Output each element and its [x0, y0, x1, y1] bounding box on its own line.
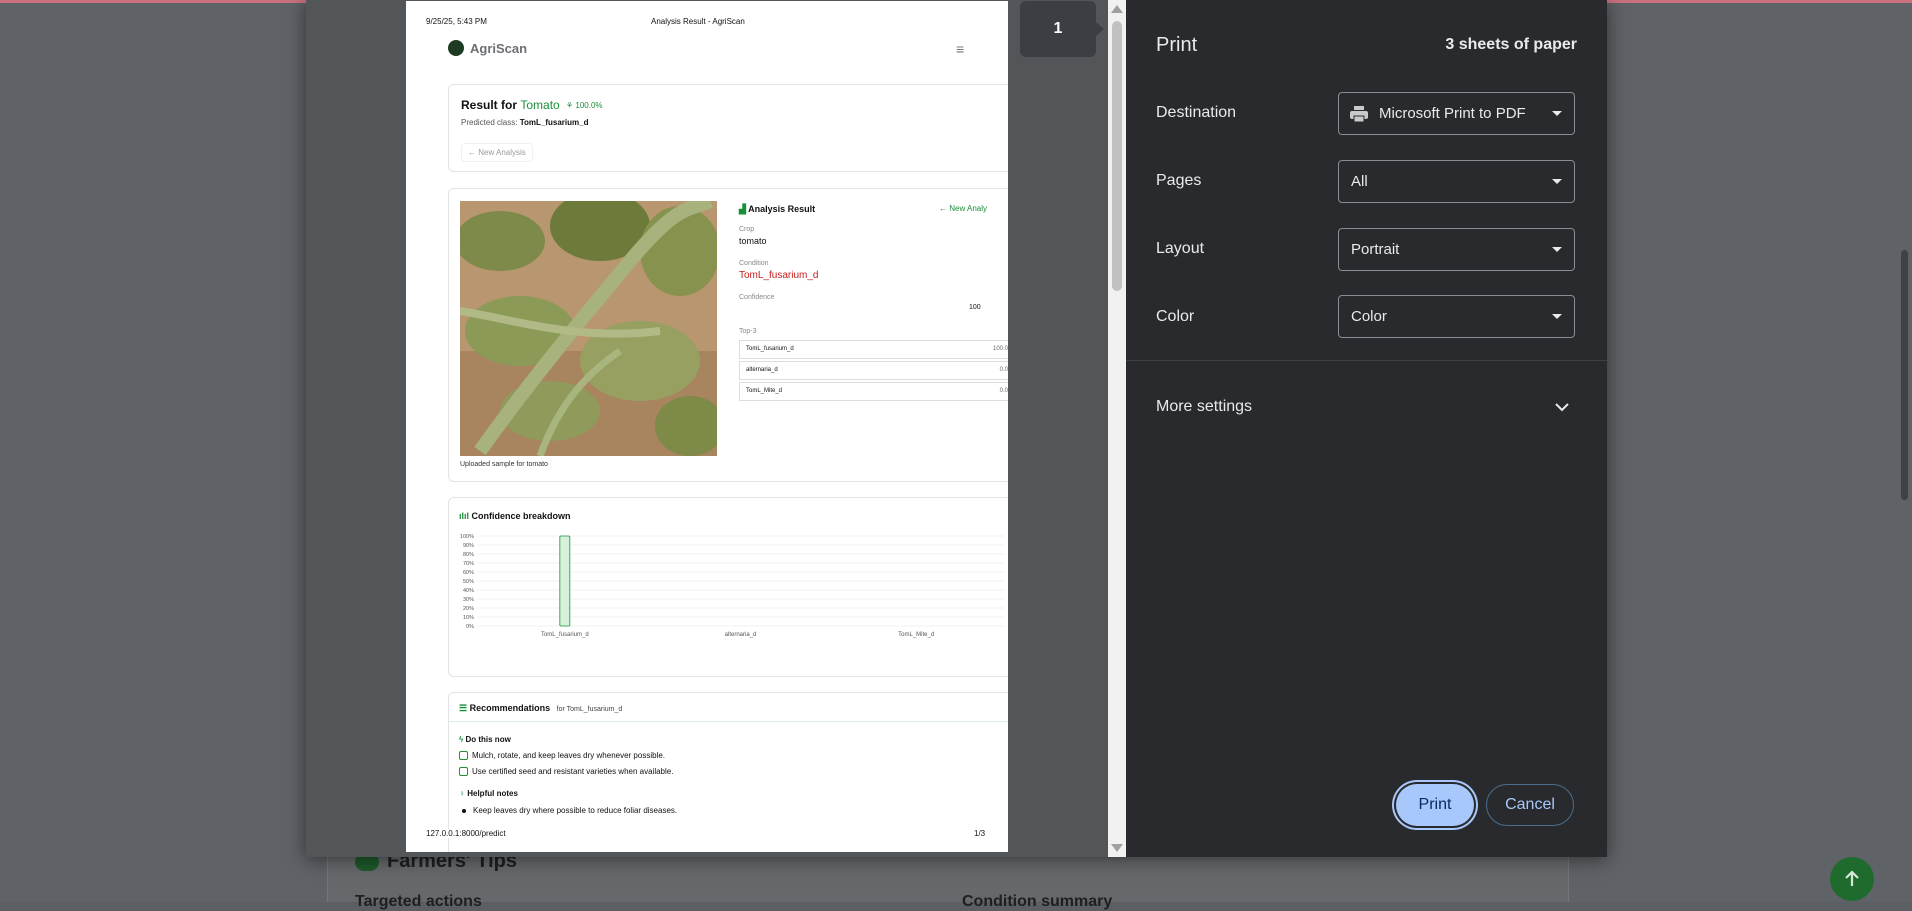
arrow-up-icon [1845, 870, 1859, 886]
y-tick-label: 100% [460, 534, 474, 540]
x-tick-label: alternaria_d [725, 632, 757, 638]
recommendations-title: ☰ Recommendations for TomL_fusarium_d [459, 703, 623, 713]
dropdown-caret-icon [1552, 111, 1562, 116]
print-dialog: 9/25/25, 5:43 PM Analysis Result - AgriS… [306, 0, 1607, 857]
do-now-heading: ϟ Do this now [459, 735, 511, 744]
pages-select[interactable]: All [1338, 160, 1575, 203]
divider [449, 721, 1008, 722]
y-tick-label: 80% [463, 552, 474, 558]
dropdown-caret-icon [1552, 314, 1562, 319]
condition-summary-heading: Condition summary [962, 893, 1113, 910]
destination-label: Destination [1156, 104, 1237, 121]
result-card: Result for Tomato ⚘ 100.0% Predicted cla… [448, 84, 1008, 172]
y-tick-label: 30% [463, 597, 474, 603]
chart-title: ılıl Confidence breakdown [459, 511, 571, 521]
print-title: Print [1156, 34, 1198, 56]
layout-label: Layout [1156, 240, 1205, 257]
print-footer-url: 127.0.0.1:8000/predict [426, 829, 506, 838]
page-scrollbar[interactable] [1901, 250, 1908, 500]
x-tick-label: TomL_Mite_d [898, 632, 934, 638]
condition-value: TomL_fusarium_d [739, 270, 819, 281]
new-analysis-link: ← New Analy [939, 204, 988, 213]
dropdown-caret-icon [1552, 247, 1562, 252]
arrow-left-icon: ← [468, 148, 476, 157]
pages-label: Pages [1156, 172, 1202, 189]
y-tick-label: 90% [463, 543, 474, 549]
condition-label: Condition [739, 260, 769, 267]
print-header-title: Analysis Result - AgriScan [651, 17, 745, 26]
lightning-icon: ϟ [459, 735, 464, 744]
signal-bars-icon: ılıl [459, 511, 470, 521]
top3-row: TomL_fusarium_d 100.0 [739, 340, 1008, 359]
top3-label: Top-3 [739, 328, 757, 335]
scroll-down-icon[interactable] [1111, 844, 1123, 852]
print-button[interactable]: Print [1396, 784, 1474, 826]
notes-heading: ♀ Helpful notes [459, 789, 518, 798]
result-title: Result for Tomato [461, 98, 560, 112]
preview-scrollbar[interactable] [1108, 0, 1126, 857]
y-tick-label: 70% [463, 561, 474, 567]
crop-value: tomato [739, 236, 767, 246]
predicted-class: Predicted class: TomL_fusarium_d [461, 118, 589, 127]
list-item: Mulch, rotate, and keep leaves dry whene… [459, 751, 665, 760]
scroll-up-icon[interactable] [1111, 5, 1123, 13]
list-icon: ☰ [459, 703, 468, 713]
logo-icon [448, 40, 464, 56]
confidence-chart-card: ılıl Confidence breakdown 0% 10% 20% 30% 40%… [448, 497, 1008, 677]
analysis-title: ▟ Analysis Result [739, 204, 816, 214]
x-tick-label: TomL_fusarium_d [541, 632, 589, 638]
list-item: Keep leaves dry where possible to reduce… [459, 806, 677, 815]
confidence-bar-chart: 0% 10% 20% 30% 40% 50% 60% 70% 80% 90% 100% TomL_fu… [460, 534, 1004, 638]
layout-select[interactable]: Portrait [1338, 228, 1575, 271]
uploaded-leaf-photo [460, 201, 717, 456]
list-item: Use certified seed and resistant varieti… [459, 767, 673, 776]
printer-icon [1350, 106, 1368, 123]
recommendations-card: ☰ Recommendations for TomL_fusarium_d ϟ … [448, 692, 1008, 852]
chevron-down-icon[interactable] [1552, 397, 1572, 417]
menu-icon: ≡ [956, 41, 965, 57]
panel-divider [1126, 360, 1607, 361]
new-analysis-button: ← New Analysis [461, 143, 533, 162]
checkbox-icon [459, 767, 468, 776]
confidence-label: Confidence [739, 294, 775, 301]
crop-label: Crop [739, 226, 755, 233]
destination-select[interactable]: Microsoft Print to PDF [1338, 92, 1575, 135]
scrollbar-thumb[interactable] [1112, 21, 1122, 291]
brand: AgriScan [448, 40, 527, 56]
analysis-card: Uploaded sample for tomato ▟ Analysis Re… [448, 188, 1008, 482]
color-select[interactable]: Color [1338, 295, 1575, 338]
print-preview-area: 9/25/25, 5:43 PM Analysis Result - AgriS… [306, 0, 1126, 857]
lightbulb-icon: ♀ [459, 789, 465, 798]
checkbox-icon [459, 751, 468, 760]
targeted-actions-heading: Targeted actions [355, 893, 482, 910]
chart-icon: ▟ [739, 204, 746, 214]
print-header-datetime: 9/25/25, 5:43 PM [426, 17, 487, 26]
sheet-count: 3 sheets of paper [1445, 36, 1577, 53]
cancel-button[interactable]: Cancel [1486, 784, 1574, 826]
confidence-value: 100 [969, 304, 981, 311]
y-tick-label: 10% [463, 615, 474, 621]
dropdown-caret-icon [1552, 179, 1562, 184]
y-tick-label: 40% [463, 588, 474, 594]
print-footer-page: 1/3 [974, 829, 986, 838]
bullet-icon [462, 808, 466, 813]
arrow-left-icon: ← [939, 204, 947, 213]
y-tick-label: 60% [463, 570, 474, 576]
bar [559, 535, 571, 627]
preview-sheet: 9/25/25, 5:43 PM Analysis Result - AgriS… [406, 1, 1008, 852]
print-settings-panel: Print 3 sheets of paper Destination Micr… [1126, 0, 1607, 857]
top3-row: alternaria_d 0.0 [739, 361, 1008, 380]
sprout-icon: ⚘ [566, 101, 574, 110]
image-caption: Uploaded sample for tomato [460, 461, 548, 468]
scroll-top-button[interactable] [1830, 857, 1874, 901]
y-tick-label: 0% [466, 624, 474, 630]
top3-row: TomL_Mite_d 0.0 [739, 382, 1008, 401]
confidence-badge: ⚘ 100.0% [566, 101, 603, 110]
more-settings-toggle[interactable]: More settings [1156, 398, 1252, 416]
color-label: Color [1156, 308, 1195, 325]
y-tick-label: 20% [463, 606, 474, 612]
y-tick-label: 50% [463, 579, 474, 585]
page-number-indicator: 1 [1020, 1, 1104, 57]
